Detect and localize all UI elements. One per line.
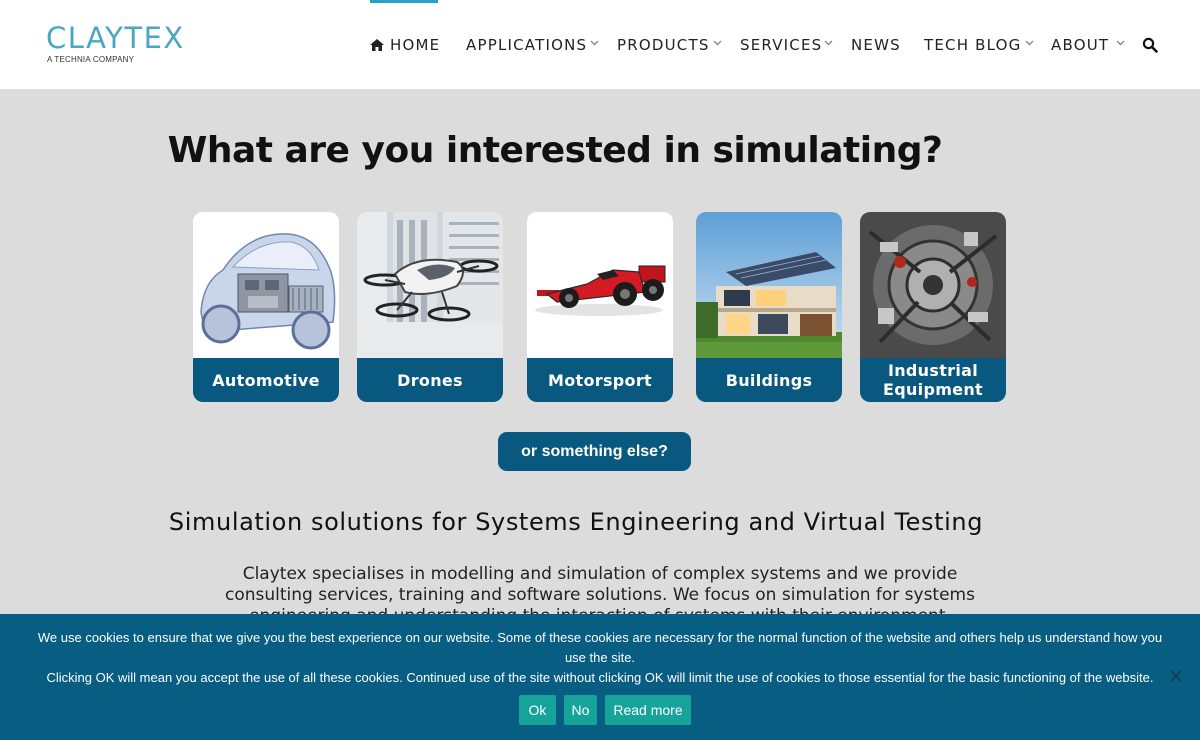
nav-home[interactable]: HOME [370,36,440,54]
main-nav: HOME APPLICATIONS PRODUCTS SERVICES NEWS… [0,0,1200,89]
something-else-button[interactable]: or something else? [498,432,691,471]
card-label: Buildings [696,358,842,402]
cookie-no-button[interactable]: No [564,695,597,725]
cookie-read-more-button[interactable]: Read more [605,695,691,725]
nav-tech-blog[interactable]: TECH BLOG [924,36,1034,54]
nav-news[interactable]: NEWS [851,36,901,54]
cookie-message-line-2: Clicking OK will mean you accept the use… [46,670,1154,685]
card-buildings[interactable]: Buildings [696,212,842,402]
nav-news-label: NEWS [851,36,901,54]
buildings-image [696,212,842,358]
hero-title: What are you interested in simulating? [167,130,943,171]
cookie-message-line-1: We use cookies to ensure that we give yo… [37,630,1163,665]
chevron-down-icon [824,40,833,46]
close-icon[interactable] [1168,668,1184,684]
nav-products[interactable]: PRODUCTS [617,36,722,54]
industrial-equipment-image [860,212,1006,358]
card-label: Drones [357,358,503,402]
card-label: Automotive [193,358,339,402]
chevron-down-icon [1025,40,1034,46]
chevron-down-icon [1116,40,1125,46]
card-motorsport[interactable]: Motorsport [527,212,673,402]
chevron-down-icon [713,40,722,46]
home-icon [370,39,384,51]
card-label: Industrial Equipment [860,358,1006,402]
search-icon[interactable] [1142,37,1158,53]
card-automotive[interactable]: Automotive [193,212,339,402]
nav-tech-blog-label: TECH BLOG [924,36,1022,54]
card-industrial-equipment[interactable]: Industrial Equipment [860,212,1006,402]
cookie-message: We use cookies to ensure that we give yo… [30,628,1170,688]
nav-applications[interactable]: APPLICATIONS [466,36,599,54]
motorsport-image [527,212,673,358]
nav-about[interactable]: ABOUT [1051,36,1125,54]
cookie-buttons: Ok No Read more [0,695,1200,725]
drones-image [357,212,503,358]
automotive-image [193,212,339,358]
section-title: Simulation solutions for Systems Enginee… [168,508,984,536]
active-nav-indicator [370,0,438,3]
nav-services-label: SERVICES [740,36,823,54]
nav-services[interactable]: SERVICES [740,36,833,54]
nav-home-label: HOME [390,36,441,54]
card-drones[interactable]: Drones [357,212,503,402]
nav-products-label: PRODUCTS [617,36,710,54]
card-label: Motorsport [527,358,673,402]
cookie-ok-button[interactable]: Ok [519,695,556,725]
chevron-down-icon [590,40,599,46]
nav-applications-label: APPLICATIONS [466,36,588,54]
cookie-banner: We use cookies to ensure that we give yo… [0,614,1200,740]
site-header: CLAYTEX A TECHNIA COMPANY HOME APPLICATI… [0,0,1200,89]
nav-about-label: ABOUT [1051,36,1110,54]
